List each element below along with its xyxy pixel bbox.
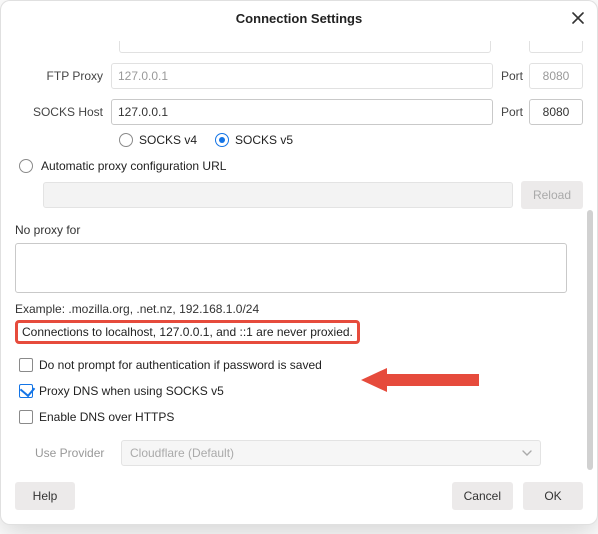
proxy-dns-label: Proxy DNS when using SOCKS v5 xyxy=(39,384,224,398)
socks-v5-radio[interactable]: SOCKS v5 xyxy=(215,133,293,147)
no-auth-prompt-checkbox[interactable]: Do not prompt for authentication if pass… xyxy=(19,358,583,372)
radio-icon xyxy=(215,133,229,147)
doh-provider-row: Use Provider Cloudflare (Default) xyxy=(35,440,583,466)
localhost-note-highlight: Connections to localhost, 127.0.0.1, and… xyxy=(15,320,360,344)
partial-previous-row xyxy=(15,35,583,53)
checkbox-icon xyxy=(19,384,33,398)
connection-settings-dialog: Connection Settings FTP Proxy Port SOCKS… xyxy=(0,0,598,525)
checkbox-icon xyxy=(19,410,33,424)
socks-v5-label: SOCKS v5 xyxy=(235,133,293,147)
ftp-port-input[interactable] xyxy=(529,63,583,89)
provider-selected-value: Cloudflare (Default) xyxy=(130,446,234,460)
socks-port-label: Port xyxy=(501,105,523,119)
provider-select: Cloudflare (Default) xyxy=(121,440,541,466)
no-proxy-textarea[interactable] xyxy=(15,243,567,293)
enable-doh-checkbox[interactable]: Enable DNS over HTTPS xyxy=(19,410,583,424)
ftp-port-label: Port xyxy=(501,69,523,83)
help-button[interactable]: Help xyxy=(15,482,75,510)
reload-button: Reload xyxy=(521,181,583,209)
radio-icon xyxy=(119,133,133,147)
chevron-down-icon xyxy=(522,448,532,458)
ftp-proxy-label: FTP Proxy xyxy=(15,69,111,83)
dialog-title: Connection Settings xyxy=(236,11,362,26)
ok-button[interactable]: OK xyxy=(523,482,583,510)
close-icon xyxy=(572,12,584,24)
pac-url-row: Reload xyxy=(43,181,583,209)
dialog-footer: Help Cancel OK xyxy=(15,482,583,510)
auto-pac-radio[interactable]: Automatic proxy configuration URL xyxy=(19,159,583,173)
titlebar: Connection Settings xyxy=(1,1,597,35)
proxy-dns-checkbox[interactable]: Proxy DNS when using SOCKS v5 xyxy=(19,384,583,398)
socks-host-row: SOCKS Host Port xyxy=(15,99,583,125)
socks-version-group: SOCKS v4 SOCKS v5 xyxy=(119,133,583,147)
enable-doh-label: Enable DNS over HTTPS xyxy=(39,410,174,424)
cancel-button[interactable]: Cancel xyxy=(452,482,513,510)
socks-host-label: SOCKS Host xyxy=(15,105,111,119)
socks-v4-radio[interactable]: SOCKS v4 xyxy=(119,133,197,147)
no-proxy-example: Example: .mozilla.org, .net.nz, 192.168.… xyxy=(15,302,583,316)
close-button[interactable] xyxy=(569,9,587,27)
checkbox-icon xyxy=(19,358,33,372)
scrollbar[interactable] xyxy=(587,210,593,470)
ftp-host-input[interactable] xyxy=(111,63,493,89)
ftp-proxy-row: FTP Proxy Port xyxy=(15,63,583,89)
auto-pac-label: Automatic proxy configuration URL xyxy=(41,159,226,173)
pac-url-input xyxy=(43,182,513,208)
localhost-note-text: Connections to localhost, 127.0.0.1, and… xyxy=(22,325,353,339)
provider-label: Use Provider xyxy=(35,446,113,460)
no-proxy-label: No proxy for xyxy=(15,223,583,237)
socks-host-input[interactable] xyxy=(111,99,493,125)
no-auth-prompt-label: Do not prompt for authentication if pass… xyxy=(39,358,322,372)
socks-port-input[interactable] xyxy=(529,99,583,125)
socks-v4-label: SOCKS v4 xyxy=(139,133,197,147)
options-group: Do not prompt for authentication if pass… xyxy=(19,358,583,466)
radio-icon xyxy=(19,159,33,173)
